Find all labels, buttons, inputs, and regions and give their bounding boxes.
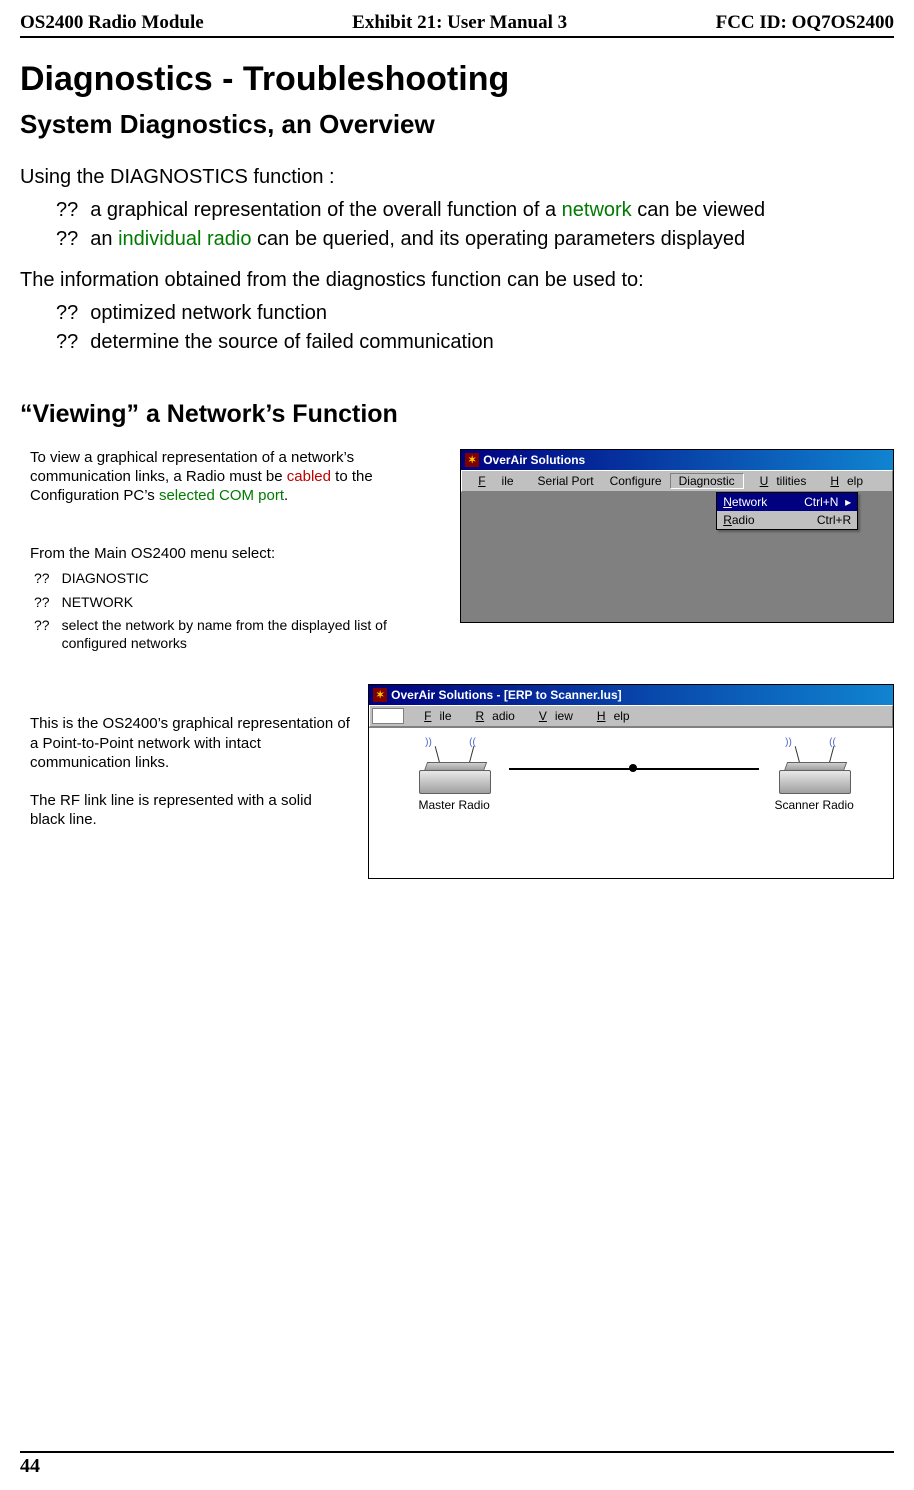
- header-left: OS2400 Radio Module: [20, 12, 204, 34]
- bullet-text: an individual radio can be queried, and …: [90, 226, 745, 253]
- highlight-network: network: [562, 199, 632, 221]
- bullet-text: determine the source of failed communica…: [90, 329, 494, 356]
- list-item: ?? optimized network function: [56, 300, 894, 327]
- bullet-text: optimized network function: [90, 300, 327, 327]
- menu-item-shortcut: Ctrl+R: [817, 513, 851, 527]
- paragraph: To view a graphical representation of a …: [30, 449, 442, 505]
- window-title: OverAir Solutions - [ERP to Scanner.lus]: [391, 688, 622, 702]
- app-icon: ✶: [465, 453, 479, 467]
- menu-item-label: etwork: [732, 495, 767, 509]
- step-text: NETWORK: [62, 594, 134, 612]
- list-item: ?? NETWORK: [34, 594, 442, 612]
- menu-label: ile: [494, 474, 522, 488]
- highlight-com-port: selected COM port: [159, 487, 284, 504]
- menu-item-shortcut: Ctrl+N: [804, 495, 838, 509]
- paragraph: The RF link line is represented with a s…: [30, 791, 350, 830]
- list-item: ?? a graphical representation of the ove…: [56, 197, 894, 224]
- app-icon: ✶: [373, 688, 387, 702]
- step-text: DIAGNOSTIC: [62, 570, 149, 588]
- instruction-text-block-1: To view a graphical representation of a …: [20, 449, 442, 658]
- intro-paragraph-2: The information obtained from the diagno…: [20, 267, 894, 294]
- submenu-arrow-icon: ▸: [845, 495, 851, 509]
- text-fragment: can be queried, and its operating parame…: [251, 228, 745, 250]
- menu-view[interactable]: View: [523, 709, 581, 723]
- window-menubar: File Serial Port Configure Diagnostic Ut…: [461, 470, 893, 492]
- window-titlebar[interactable]: ✶ OverAir Solutions: [461, 450, 893, 470]
- menu-diagnostic[interactable]: Diagnostic: [670, 473, 744, 489]
- scanner-radio-node[interactable]: )) (( Scanner Radio: [769, 756, 859, 812]
- radio-icon: )) ((: [419, 756, 489, 794]
- text-fragment: .: [284, 487, 288, 504]
- network-diagram-canvas: )) (( Master Radio )) ((: [369, 727, 893, 878]
- screenshot-graphical-window: ✶ OverAir Solutions - [ERP to Scanner.lu…: [368, 684, 894, 879]
- text-fragment: can be viewed: [632, 199, 765, 221]
- bullet-list-2: ?? optimized network function ?? determi…: [56, 300, 894, 356]
- bullet-text: a graphical representation of the overal…: [90, 197, 765, 224]
- bullet-list-1: ?? a graphical representation of the ove…: [56, 197, 894, 253]
- window-menubar: File Radio View Help: [369, 705, 893, 727]
- menu-serial-port[interactable]: Serial Port: [530, 474, 602, 488]
- window-client-area: Network Ctrl+N ▸ Radio Ctrl+R: [461, 492, 893, 622]
- paragraph: From the Main OS2400 menu select:: [30, 545, 442, 564]
- signal-waves-icon: )): [785, 737, 792, 748]
- node-label: Scanner Radio: [769, 798, 859, 812]
- list-item: ?? DIAGNOSTIC: [34, 570, 442, 588]
- menu-help[interactable]: Help: [814, 474, 871, 488]
- bullet-marker: ??: [56, 329, 78, 356]
- menu-item-radio[interactable]: Radio Ctrl+R: [717, 511, 857, 529]
- bullet-marker: ??: [56, 226, 78, 253]
- intro-paragraph-1: Using the DIAGNOSTICS function :: [20, 164, 894, 191]
- instruction-text-block-2: This is the OS2400’s graphical represent…: [20, 684, 350, 830]
- page-header: OS2400 Radio Module Exhibit 21: User Man…: [20, 12, 894, 38]
- window-title: OverAir Solutions: [483, 453, 585, 467]
- bullet-marker: ??: [34, 594, 50, 612]
- menu-item-label: adio: [732, 513, 755, 527]
- page-title: Diagnostics - Troubleshooting: [20, 60, 894, 99]
- step-text: select the network by name from the disp…: [62, 617, 443, 652]
- list-item: ?? determine the source of failed commun…: [56, 329, 894, 356]
- list-item: ?? select the network by name from the d…: [34, 617, 442, 652]
- page-number: 44: [20, 1451, 894, 1478]
- header-right: FCC ID: OQ7OS2400: [716, 12, 894, 34]
- screenshot-menu-window: ✶ OverAir Solutions File Serial Port Con…: [460, 449, 894, 623]
- bullet-marker: ??: [56, 300, 78, 327]
- menu-help[interactable]: Help: [581, 709, 638, 723]
- rf-link-midpoint-icon: [629, 764, 637, 772]
- bullet-marker: ??: [34, 570, 50, 588]
- list-item: ?? an individual radio can be queried, a…: [56, 226, 894, 253]
- bullet-marker: ??: [34, 617, 50, 652]
- step-list: ?? DIAGNOSTIC ?? NETWORK ?? select the n…: [34, 570, 442, 652]
- signal-waves-icon: )): [425, 737, 432, 748]
- menu-utilities[interactable]: Utilities: [744, 474, 815, 488]
- node-label: Master Radio: [409, 798, 499, 812]
- master-radio-node[interactable]: )) (( Master Radio: [409, 756, 499, 812]
- window-titlebar[interactable]: ✶ OverAir Solutions - [ERP to Scanner.lu…: [369, 685, 893, 705]
- header-center: Exhibit 21: User Manual 3: [352, 12, 567, 34]
- diagnostic-dropdown: Network Ctrl+N ▸ Radio Ctrl+R: [716, 492, 858, 530]
- highlight-cabled: cabled: [287, 468, 331, 485]
- radio-icon: )) ((: [779, 756, 849, 794]
- highlight-individual-radio: individual radio: [118, 228, 251, 250]
- text-fragment: an: [90, 228, 118, 250]
- section-heading-viewing: “Viewing” a Network’s Function: [20, 400, 894, 429]
- menu-file[interactable]: File: [462, 474, 529, 488]
- mdi-child-icon[interactable]: [372, 708, 404, 724]
- menu-configure[interactable]: Configure: [602, 474, 670, 488]
- menu-radio[interactable]: Radio: [460, 709, 523, 723]
- menu-item-network[interactable]: Network Ctrl+N ▸: [717, 493, 857, 511]
- paragraph: This is the OS2400’s graphical represent…: [30, 714, 350, 773]
- menu-file[interactable]: File: [408, 709, 459, 723]
- text-fragment: a graphical representation of the overal…: [90, 199, 561, 221]
- bullet-marker: ??: [56, 197, 78, 224]
- section-heading-overview: System Diagnostics, an Overview: [20, 109, 894, 140]
